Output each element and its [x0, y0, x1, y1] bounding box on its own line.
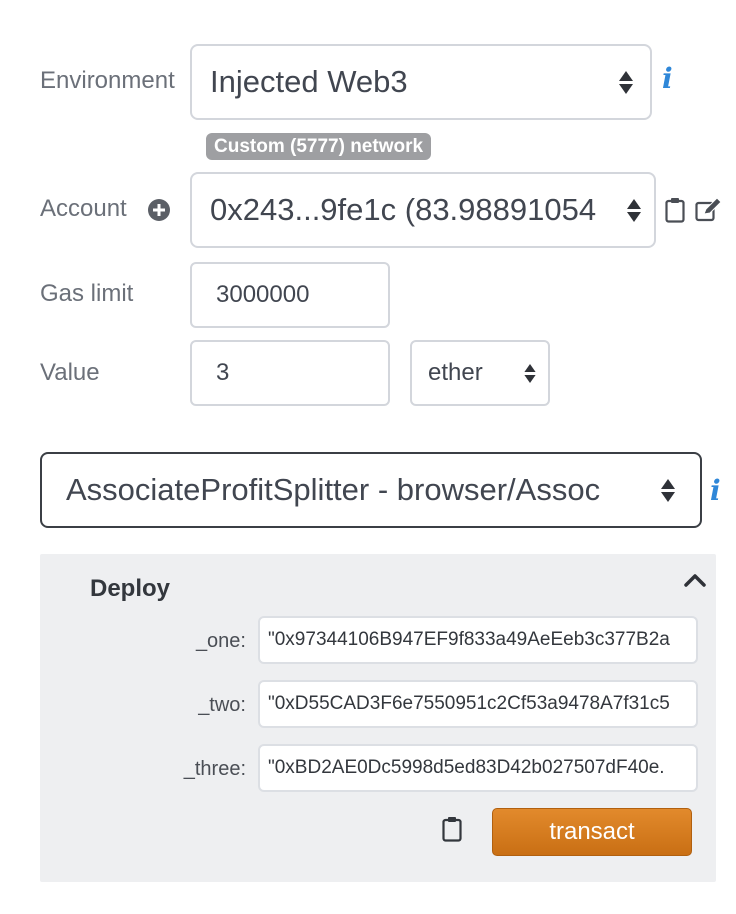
gas-limit-label: Gas limit — [40, 280, 134, 307]
contract-select[interactable]: AssociateProfitSplitter - browser/Assoc — [40, 452, 702, 528]
account-selected-value: 0x243...9fe1c (83.98891054 — [210, 192, 597, 227]
param-input-one[interactable]: "0x97344106B947EF9f833a49AeEeb3c377B2a — [258, 616, 698, 664]
environment-label: Environment — [40, 67, 175, 94]
chevron-up-icon[interactable] — [684, 572, 706, 588]
param-label-two: _two: — [198, 694, 246, 716]
param-input-three[interactable]: "0xBD2AE0Dc5998d5ed83D42b027507dF40e. — [258, 744, 698, 792]
environment-selected-value: Injected Web3 — [210, 64, 408, 99]
environment-info-icon[interactable]: i — [662, 62, 673, 95]
value-unit-selected: ether — [428, 359, 483, 386]
network-badge: Custom (5777) network — [206, 133, 432, 160]
environment-select[interactable]: Injected Web3 — [190, 44, 652, 120]
run-transaction-panel: Environment Injected Web3 i Custom (5777… — [0, 0, 736, 914]
select-arrows-icon — [520, 363, 540, 383]
select-arrows-icon — [658, 478, 678, 502]
clipboard-icon[interactable] — [442, 816, 462, 842]
deploy-title: Deploy — [90, 575, 171, 602]
value-input[interactable]: 3 — [190, 340, 390, 406]
edit-icon[interactable] — [695, 198, 723, 222]
gas-limit-input[interactable]: 3000000 — [190, 262, 390, 328]
contract-info-icon[interactable]: i — [710, 474, 721, 507]
account-label: Account — [40, 195, 127, 222]
select-arrows-icon — [616, 70, 636, 94]
clipboard-icon[interactable] — [665, 197, 685, 223]
select-arrows-icon — [624, 198, 644, 222]
transact-button[interactable]: transact — [492, 808, 692, 856]
param-label-three: _three: — [183, 758, 246, 780]
plus-circle-icon[interactable] — [147, 198, 171, 222]
param-input-two[interactable]: "0xD55CAD3F6e7550951c2Cf53a9478A7f31c5 — [258, 680, 698, 728]
value-unit-select[interactable]: ether — [410, 340, 550, 406]
contract-selected-value: AssociateProfitSplitter - browser/Assoc — [66, 472, 601, 507]
account-select[interactable]: 0x243...9fe1c (83.98891054 — [190, 172, 656, 248]
param-label-one: _one: — [195, 630, 246, 652]
value-label: Value — [40, 359, 100, 386]
